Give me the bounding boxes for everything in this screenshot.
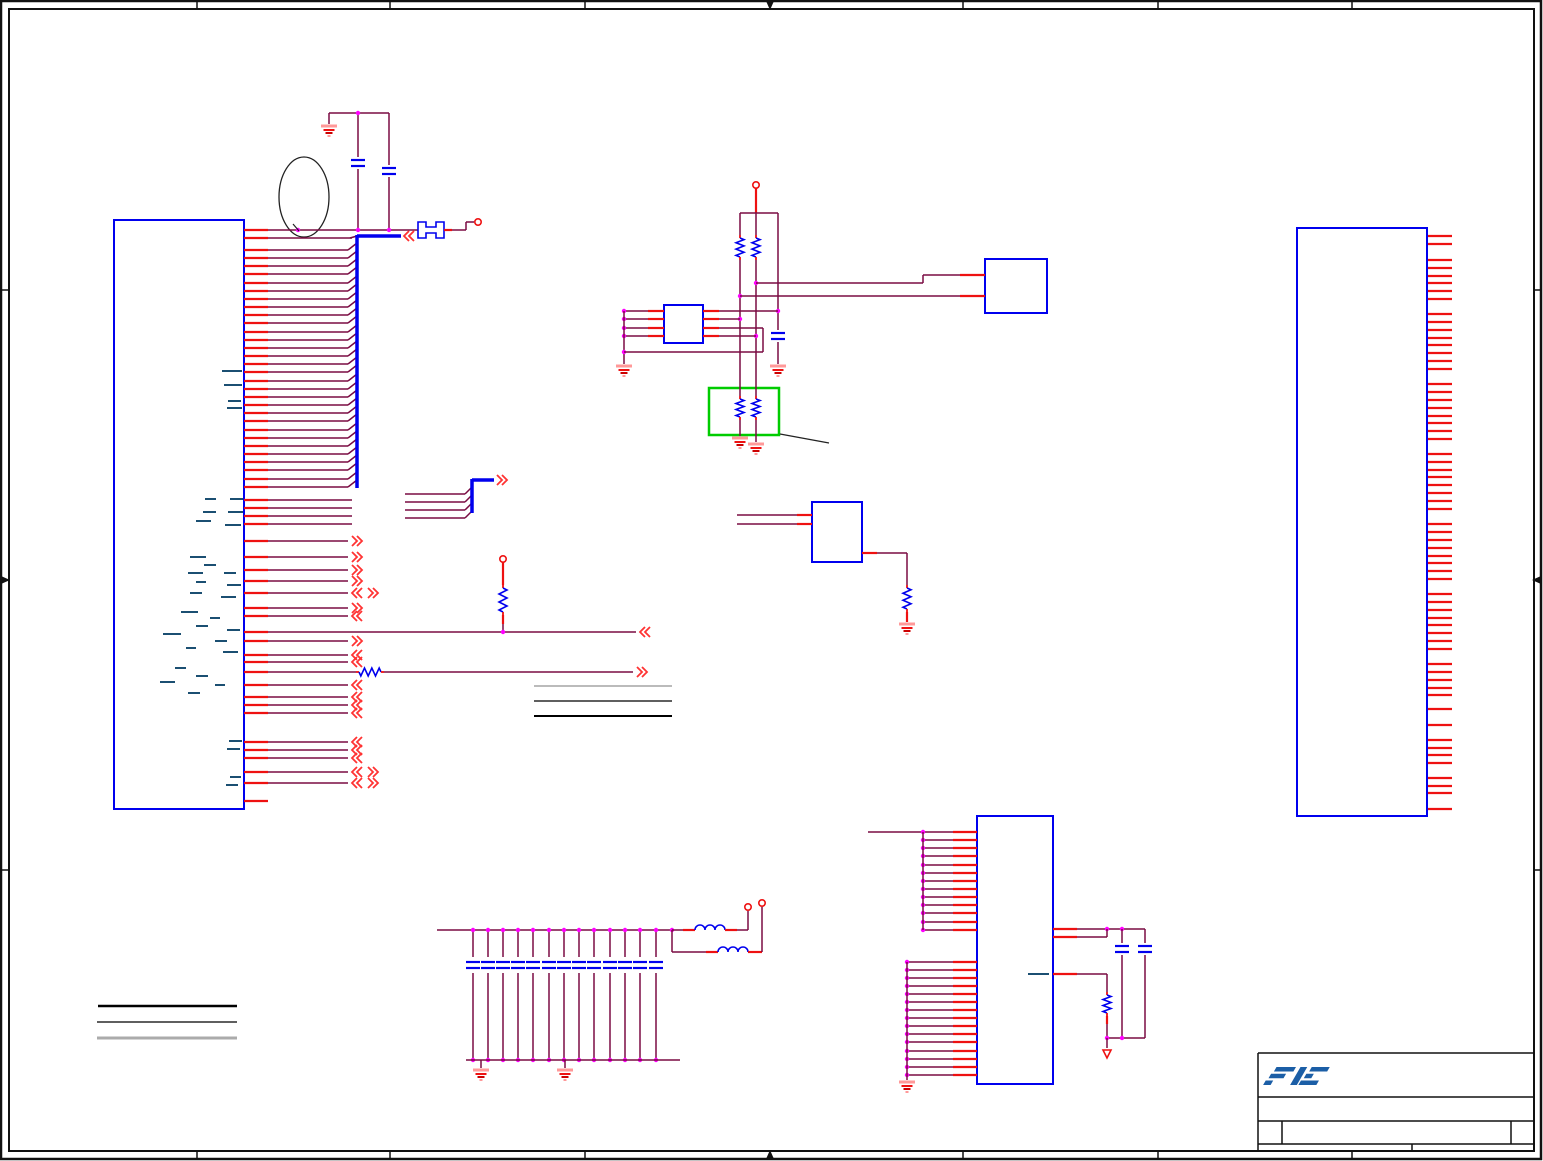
junction-dot: [576, 927, 582, 933]
junction-dot: [607, 927, 613, 933]
ellipse-annotation: [278, 156, 330, 238]
junction-dot: [637, 927, 643, 933]
chevron-icon: [350, 777, 363, 789]
junction-dot: [591, 927, 597, 933]
component-box: [1296, 227, 1428, 817]
chevron-icon: [351, 564, 364, 576]
junction-dot: [1119, 1035, 1125, 1041]
junction-dot: [561, 927, 567, 933]
terminal-circle: [498, 554, 507, 563]
chevron-icon: [638, 626, 651, 638]
highlight-box: [707, 386, 781, 437]
resistor-icon: [1100, 994, 1114, 1014]
inductor-icon: [694, 924, 726, 931]
chevron-icon: [402, 230, 415, 242]
junction-dot: [500, 927, 506, 933]
fic-logo-stripe: [1268, 1073, 1287, 1079]
chevron-icon: [350, 766, 363, 778]
resistor-icon: [733, 237, 747, 258]
chevron-icon: [636, 666, 649, 678]
junction-dot: [515, 927, 521, 933]
junction-dot: [622, 927, 628, 933]
chevron-icon: [367, 766, 380, 778]
chevron-icon: [351, 635, 364, 647]
chevron-icon: [351, 535, 364, 547]
ground-arrow-icon: [1101, 1049, 1113, 1060]
resistor-icon: [901, 587, 913, 610]
junction-dot: [386, 227, 392, 233]
schematic-sheet: [0, 0, 1543, 1161]
chevron-icon: [350, 679, 363, 691]
junction-dot: [355, 110, 361, 116]
chevron-icon: [350, 587, 363, 599]
junction-dot: [355, 227, 361, 233]
fic-logo-stripe: [1309, 1067, 1330, 1072]
junction-dot: [546, 927, 552, 933]
junction-dot: [485, 927, 491, 933]
chevron-icon: [350, 656, 363, 668]
resistor-icon: [749, 398, 763, 418]
fic-logo: [1263, 1067, 1330, 1085]
chevron-icon: [351, 575, 364, 587]
fuse-icon: [417, 221, 445, 239]
resistor-icon: [733, 398, 747, 418]
terminal-circle: [743, 902, 752, 911]
junction-dot: [653, 927, 659, 933]
frame-outer: [0, 0, 1543, 1161]
fic-logo-stripe: [1303, 1073, 1314, 1079]
junction-dot: [530, 927, 536, 933]
chevron-icon: [496, 474, 509, 486]
fic-logo-stripe: [1263, 1080, 1274, 1085]
chevron-icon: [367, 777, 380, 789]
terminal-circle: [473, 218, 482, 227]
junction-dot: [470, 927, 476, 933]
component-box: [113, 219, 245, 810]
component-box: [811, 501, 863, 563]
terminal-circle: [751, 181, 760, 190]
junction-dot: [500, 629, 506, 635]
chevron-icon: [367, 587, 380, 599]
chevron-icon: [351, 551, 364, 563]
inductor-icon: [717, 946, 749, 953]
terminal-circle: [757, 898, 766, 907]
component-box: [976, 815, 1054, 1085]
fic-logo-stripe: [1298, 1080, 1319, 1085]
resistor-icon: [749, 237, 763, 258]
component-box: [984, 258, 1048, 314]
frame-inner: [8, 8, 1535, 1152]
resistor-icon: [497, 587, 509, 613]
schematic-drawing: [0, 0, 1543, 1161]
note-line: [779, 433, 830, 444]
component-box: [663, 304, 704, 344]
resistor-icon: [358, 666, 382, 678]
fic-logo-stripe: [1273, 1067, 1296, 1072]
